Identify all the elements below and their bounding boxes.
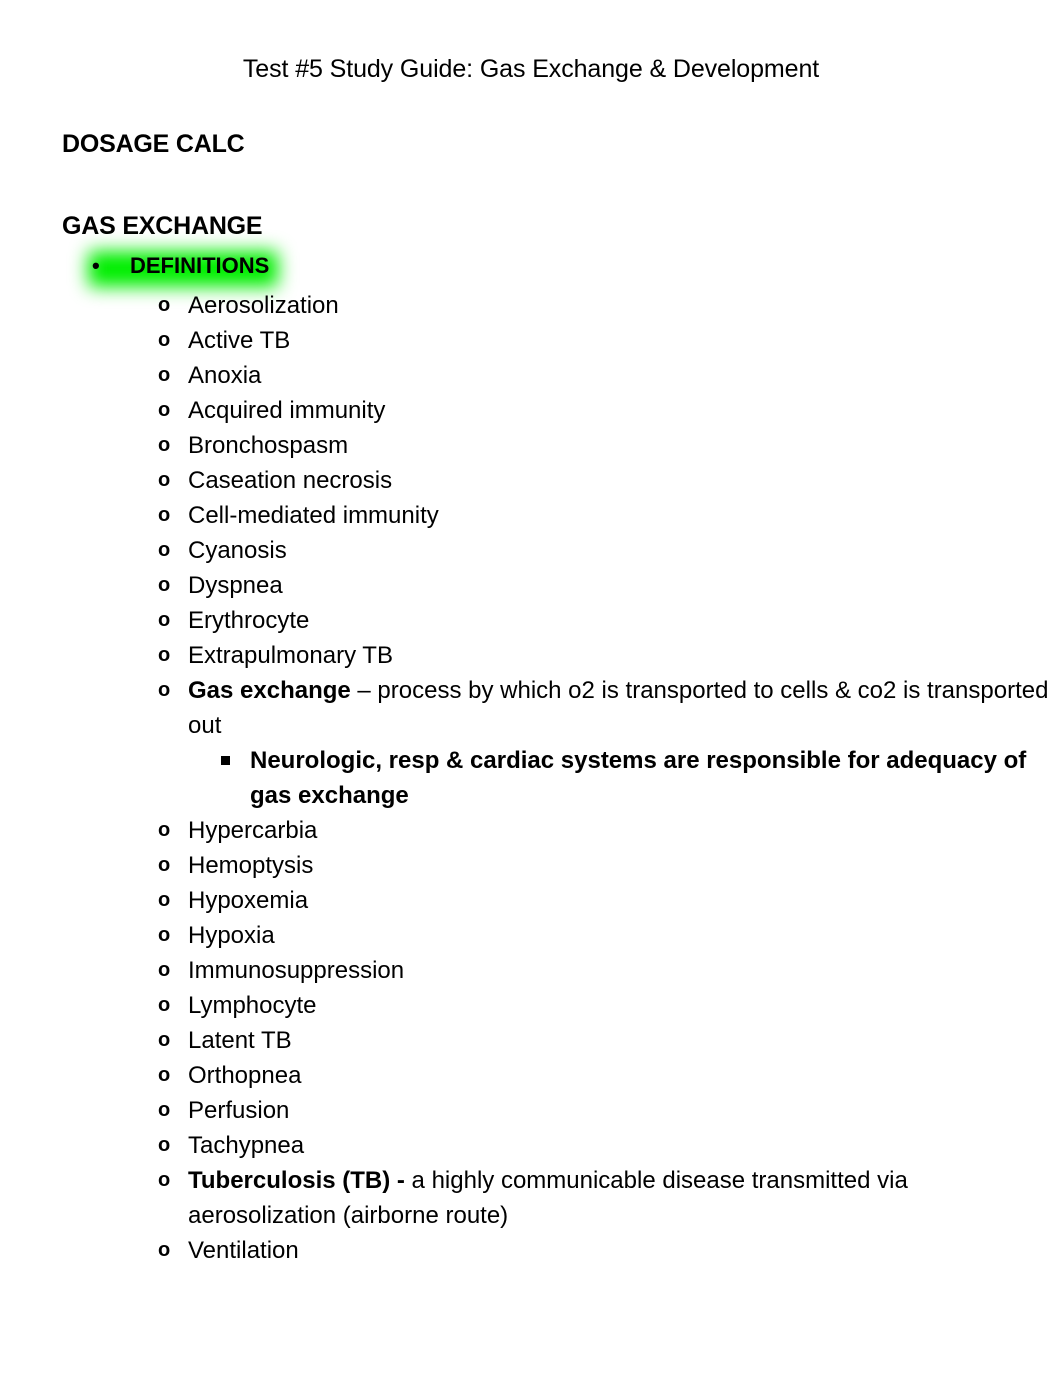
- circle-bullet-icon: o: [158, 504, 171, 526]
- list-item-label: Bronchospasm: [188, 432, 349, 459]
- list-item: o Anoxia: [0, 358, 1062, 393]
- list-item-label: Caseation necrosis: [188, 467, 393, 494]
- list-item-label: Perfusion: [188, 1097, 290, 1124]
- list-item-label: Anoxia: [188, 362, 262, 389]
- circle-bullet-icon: o: [158, 889, 171, 911]
- list-item: o Extrapulmonary TB: [0, 638, 1062, 673]
- list-item: o Hypoxemia: [0, 883, 1062, 918]
- list-item: o Dyspnea: [0, 568, 1062, 603]
- list-item-label: Extrapulmonary TB: [188, 642, 393, 669]
- list-item-label: Aerosolization: [188, 292, 339, 319]
- list-item-label: Gas exchange – process by which o2 is tr…: [188, 673, 1062, 743]
- circle-bullet-icon: o: [158, 609, 171, 631]
- circle-bullet-icon: o: [158, 924, 171, 946]
- circle-bullet-icon: o: [158, 959, 171, 981]
- circle-bullet-icon: o: [158, 434, 171, 456]
- list-item: o Gas exchange – process by which o2 is t…: [0, 673, 1062, 743]
- list-item: o Cell-mediated immunity: [0, 498, 1062, 533]
- circle-bullet-icon: o: [158, 1064, 171, 1086]
- list-item: o Ventilation: [0, 1233, 1062, 1268]
- list-item: o Tachypnea: [0, 1128, 1062, 1163]
- list-item: o Latent TB: [0, 1023, 1062, 1058]
- list-item: o Perfusion: [0, 1093, 1062, 1128]
- circle-bullet-icon: o: [158, 294, 171, 316]
- list-item: o Acquired immunity: [0, 393, 1062, 428]
- circle-bullet-icon: o: [158, 819, 171, 841]
- list-item-label: Hypoxia: [188, 922, 275, 949]
- list-item: o Immunosuppression: [0, 953, 1062, 988]
- circle-bullet-icon: o: [158, 1134, 171, 1156]
- circle-bullet-icon: o: [158, 329, 171, 351]
- list-item-label: Tachypnea: [188, 1132, 305, 1159]
- circle-bullet-icon: o: [158, 994, 171, 1016]
- list-item-label: Dyspnea: [188, 572, 283, 599]
- circle-bullet-icon: o: [158, 574, 171, 596]
- circle-bullet-icon: o: [158, 644, 171, 666]
- disc-bullet-icon: •: [92, 253, 100, 278]
- circle-bullet-icon: o: [158, 679, 171, 701]
- circle-bullet-icon: o: [158, 539, 171, 561]
- definition-term: Gas exchange: [188, 677, 351, 704]
- circle-bullet-icon: o: [158, 1239, 171, 1261]
- list-item-label: Hemoptysis: [188, 852, 314, 879]
- list-item-label: Orthopnea: [188, 1062, 302, 1089]
- list-item-label: Hypoxemia: [188, 887, 309, 914]
- heading-dosage-calc: DOSAGE CALC: [62, 130, 245, 158]
- circle-bullet-icon: o: [158, 1169, 171, 1191]
- list-item-label: Neurologic, resp & cardiac systems are r…: [250, 747, 1027, 809]
- list-item: o Active TB: [0, 323, 1062, 358]
- heading-gas-exchange: GAS EXCHANGE: [62, 212, 263, 240]
- list-item-label: Erythrocyte: [188, 607, 310, 634]
- list-item: o Lymphocyte: [0, 988, 1062, 1023]
- list-item: Neurologic, resp & cardiac systems are r…: [0, 743, 1062, 813]
- circle-bullet-icon: o: [158, 364, 171, 386]
- list-item: o Erythrocyte: [0, 603, 1062, 638]
- list-item-label: Lymphocyte: [188, 992, 317, 1019]
- list-item-label: Acquired immunity: [188, 397, 386, 424]
- list-item-label: Latent TB: [188, 1027, 292, 1054]
- circle-bullet-icon: o: [158, 469, 171, 491]
- list-item-label: Hypercarbia: [188, 817, 318, 844]
- list-item: o Tuberculosis (TB) - a highly communicab…: [0, 1163, 1062, 1233]
- list-item: o Hypercarbia: [0, 813, 1062, 848]
- list-item-label: Cell-mediated immunity: [188, 502, 439, 529]
- circle-bullet-icon: o: [158, 1099, 171, 1121]
- list-item: o Cyanosis: [0, 533, 1062, 568]
- list-item: o Hypoxia: [0, 918, 1062, 953]
- list-item-label: Immunosuppression: [188, 957, 405, 984]
- definitions-list: o Aerosolization o Active TB o Anoxia o Acquire…: [0, 288, 1062, 1268]
- list-item-label: Cyanosis: [188, 537, 287, 564]
- circle-bullet-icon: o: [158, 1029, 171, 1051]
- list-item-label: Tuberculosis (TB) - a highly communicabl…: [188, 1163, 1062, 1233]
- list-item-label: Active TB: [188, 327, 291, 354]
- document-page: Test #5 Study Guide: Gas Exchange & Deve…: [0, 0, 1062, 1377]
- page-title: Test #5 Study Guide: Gas Exchange & Deve…: [242, 55, 820, 83]
- list-item-definitions: • DEFINITIONS: [92, 253, 269, 279]
- list-item-label: Ventilation: [188, 1237, 299, 1264]
- list-item: o Orthopnea: [0, 1058, 1062, 1093]
- circle-bullet-icon: o: [158, 854, 171, 876]
- list-item: o Aerosolization: [0, 288, 1062, 323]
- definitions-label: DEFINITIONS: [130, 253, 270, 278]
- square-bullet-icon: [221, 756, 230, 765]
- list-item: o Hemoptysis: [0, 848, 1062, 883]
- list-item: o Caseation necrosis: [0, 463, 1062, 498]
- list-item: o Bronchospasm: [0, 428, 1062, 463]
- definition-term: Tuberculosis (TB) -: [188, 1167, 405, 1194]
- circle-bullet-icon: o: [158, 399, 171, 421]
